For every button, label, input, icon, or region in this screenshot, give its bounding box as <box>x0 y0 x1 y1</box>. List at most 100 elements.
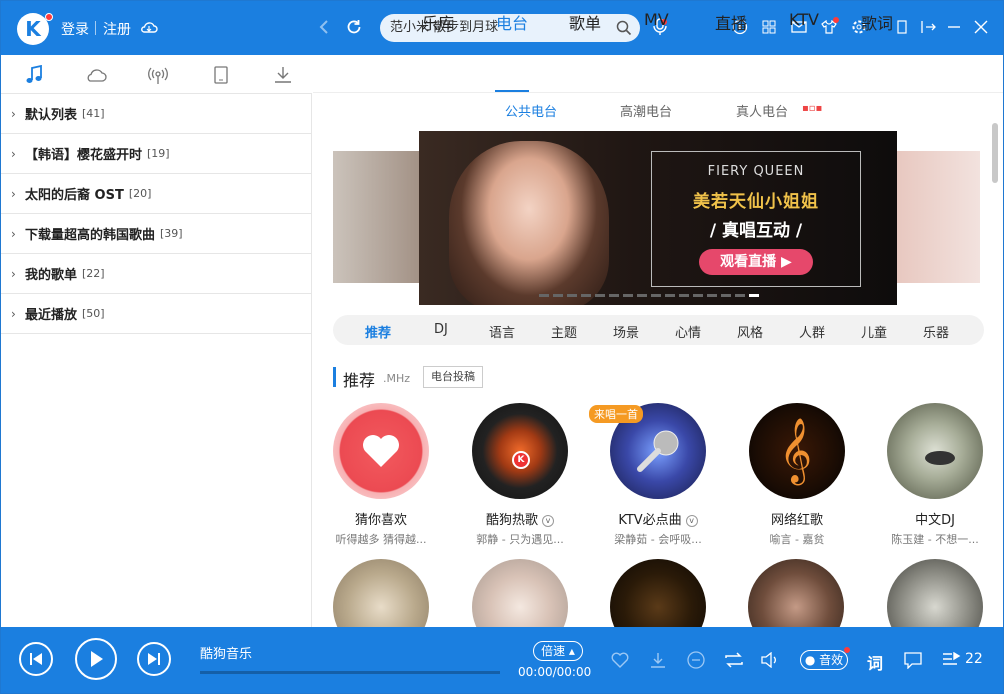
playlist-item[interactable]: › 我的歌单 [22] <box>1 254 311 294</box>
banner-portrait-image <box>449 141 609 305</box>
tab-ktv[interactable]: KTV <box>789 10 819 29</box>
chevron-right-icon: › <box>11 306 16 321</box>
station-subtitle: 听得越多 猜得越... <box>335 533 427 546</box>
cloud-tab-icon[interactable] <box>84 63 108 87</box>
playlist-item[interactable]: › 太阳的后裔 OST [20] <box>1 174 311 214</box>
playlist-count: [22] <box>82 267 105 280</box>
tab-mv[interactable]: MV <box>644 10 669 29</box>
previous-track-button[interactable] <box>19 642 53 676</box>
station-card[interactable]: K 酷狗热歌 v 郭静 - 只为遇见... <box>455 403 585 547</box>
notification-dot <box>45 13 53 21</box>
lyrics-button[interactable]: 词 <box>867 650 883 674</box>
previous-icon <box>30 653 42 665</box>
category-recommend[interactable]: 推荐 <box>365 322 391 341</box>
playlist-name: 最近播放 <box>25 308 78 323</box>
banner-prev-slide[interactable] <box>333 151 419 283</box>
tab-library[interactable]: 乐库 <box>422 10 454 34</box>
category-theme[interactable]: 主题 <box>551 322 577 341</box>
banner-next-slide[interactable] <box>897 151 980 283</box>
station-title: 猜你喜欢 <box>354 513 407 528</box>
tab-live[interactable]: 直播 <box>715 10 747 34</box>
speed-button[interactable]: 倍速 ▴ <box>533 641 583 661</box>
next-track-button[interactable] <box>137 642 171 676</box>
cloud-icon[interactable] <box>137 15 161 39</box>
radio-tab-icon[interactable] <box>146 63 170 87</box>
live-bars-icon: ▪▫▪ <box>802 103 823 114</box>
station-cover <box>333 403 429 499</box>
playlist-item[interactable]: › 下载量超高的韩国歌曲 [39] <box>1 214 311 254</box>
station-cover-partial[interactable] <box>333 559 429 627</box>
minimize-icon[interactable] <box>942 15 966 39</box>
category-language[interactable]: 语言 <box>489 322 515 341</box>
playlist-queue-icon[interactable] <box>941 649 963 671</box>
category-scene[interactable]: 场景 <box>613 322 639 341</box>
tab-radio[interactable]: 电台 <box>496 10 528 34</box>
watch-live-button[interactable]: 观看直播 ▶ <box>699 249 813 275</box>
scrollbar[interactable] <box>992 123 998 183</box>
banner-pager[interactable] <box>539 294 759 297</box>
download-icon[interactable] <box>647 649 669 671</box>
divider <box>95 21 96 35</box>
repeat-icon[interactable] <box>723 649 745 671</box>
tab-lyrics[interactable]: 歌词 <box>861 10 893 34</box>
playlist-item[interactable]: › 最近播放 [50] <box>1 294 311 334</box>
register-link[interactable]: 注册 <box>103 19 131 39</box>
more-icon[interactable] <box>685 649 707 671</box>
station-subtitle: 陈玉建 - 不想一... <box>891 533 979 546</box>
featured-banner[interactable]: FIERY QUEEN 美若天仙小姐姐 / 真唱互动 / 观看直播 ▶ <box>419 131 897 305</box>
volume-icon[interactable] <box>759 649 781 671</box>
more-options-icon[interactable]: v <box>542 514 554 527</box>
playback-time: 00:00/00:00 <box>518 665 592 679</box>
like-icon[interactable] <box>609 649 631 671</box>
device-tab-icon[interactable] <box>209 63 233 87</box>
play-button[interactable] <box>75 638 117 680</box>
station-card[interactable]: 𝄞 网络红歌 喻言 - 嘉贫 <box>732 403 862 547</box>
category-people[interactable]: 人群 <box>799 322 825 341</box>
exit-icon[interactable] <box>916 15 940 39</box>
category-mood[interactable]: 心情 <box>675 322 701 341</box>
subtab-public-radio[interactable]: 公共电台 <box>505 101 557 120</box>
submit-station-button[interactable]: 电台投稿 <box>423 366 483 388</box>
mini-mode-icon[interactable] <box>890 15 914 39</box>
subtab-climax-radio[interactable]: 高潮电台 <box>620 101 672 120</box>
station-cover-partial[interactable] <box>748 559 844 627</box>
back-icon[interactable] <box>312 15 336 39</box>
playlist-name: 下载量超高的韩国歌曲 <box>25 228 156 243</box>
search-icon[interactable] <box>616 19 632 47</box>
station-card[interactable]: 猜你喜欢 听得越多 猜得越... <box>316 403 446 547</box>
login-link[interactable]: 登录 <box>61 19 89 39</box>
download-tab-icon[interactable] <box>271 63 295 87</box>
station-cover-partial[interactable] <box>610 559 706 627</box>
playlist-sidebar: › 默认列表 [41] › 【韩语】樱花盛开时 [19] › 太阳的后裔 OST [20] … <box>1 94 312 627</box>
playlist-item[interactable]: › 默认列表 [41] <box>1 94 311 134</box>
music-note-icon[interactable] <box>22 63 46 87</box>
refresh-icon[interactable] <box>342 15 366 39</box>
station-cover-partial[interactable] <box>887 559 983 627</box>
sound-effect-button[interactable]: ● 音效 <box>800 650 848 670</box>
subtab-live-radio[interactable]: 真人电台 <box>736 101 788 120</box>
category-instrument[interactable]: 乐器 <box>923 322 949 341</box>
sidebar-tabs <box>1 55 312 94</box>
chevron-right-icon: › <box>11 226 16 241</box>
next-icon <box>148 653 160 665</box>
apps-grid-icon[interactable] <box>757 15 781 39</box>
station-card[interactable]: 中文DJ 陈玉建 - 不想一... <box>870 403 1000 547</box>
close-icon[interactable] <box>969 15 993 39</box>
station-cover-partial[interactable] <box>472 559 568 627</box>
station-title: 网络红歌 <box>770 513 823 528</box>
comment-icon[interactable] <box>902 649 924 671</box>
category-kids[interactable]: 儿童 <box>861 322 887 341</box>
effect-label: 音效 <box>819 653 844 667</box>
more-options-icon[interactable]: v <box>685 514 698 527</box>
category-style[interactable]: 风格 <box>737 322 763 341</box>
progress-bar[interactable] <box>200 671 500 674</box>
playlist-item[interactable]: › 【韩语】樱花盛开时 [19] <box>1 134 311 174</box>
category-dj[interactable]: DJ <box>434 322 448 337</box>
playlist-name: 默认列表 <box>25 108 78 123</box>
station-cover <box>887 403 983 499</box>
effect-dot <box>844 647 850 653</box>
station-card[interactable]: 来唱一首 KTV必点曲 v 梁静茹 - 会呼吸... <box>589 403 723 547</box>
queue-count[interactable]: 22 <box>965 651 983 667</box>
station-subtitle: 郭静 - 只为遇见... <box>476 533 564 546</box>
tab-playlists[interactable]: 歌单 <box>569 10 601 34</box>
